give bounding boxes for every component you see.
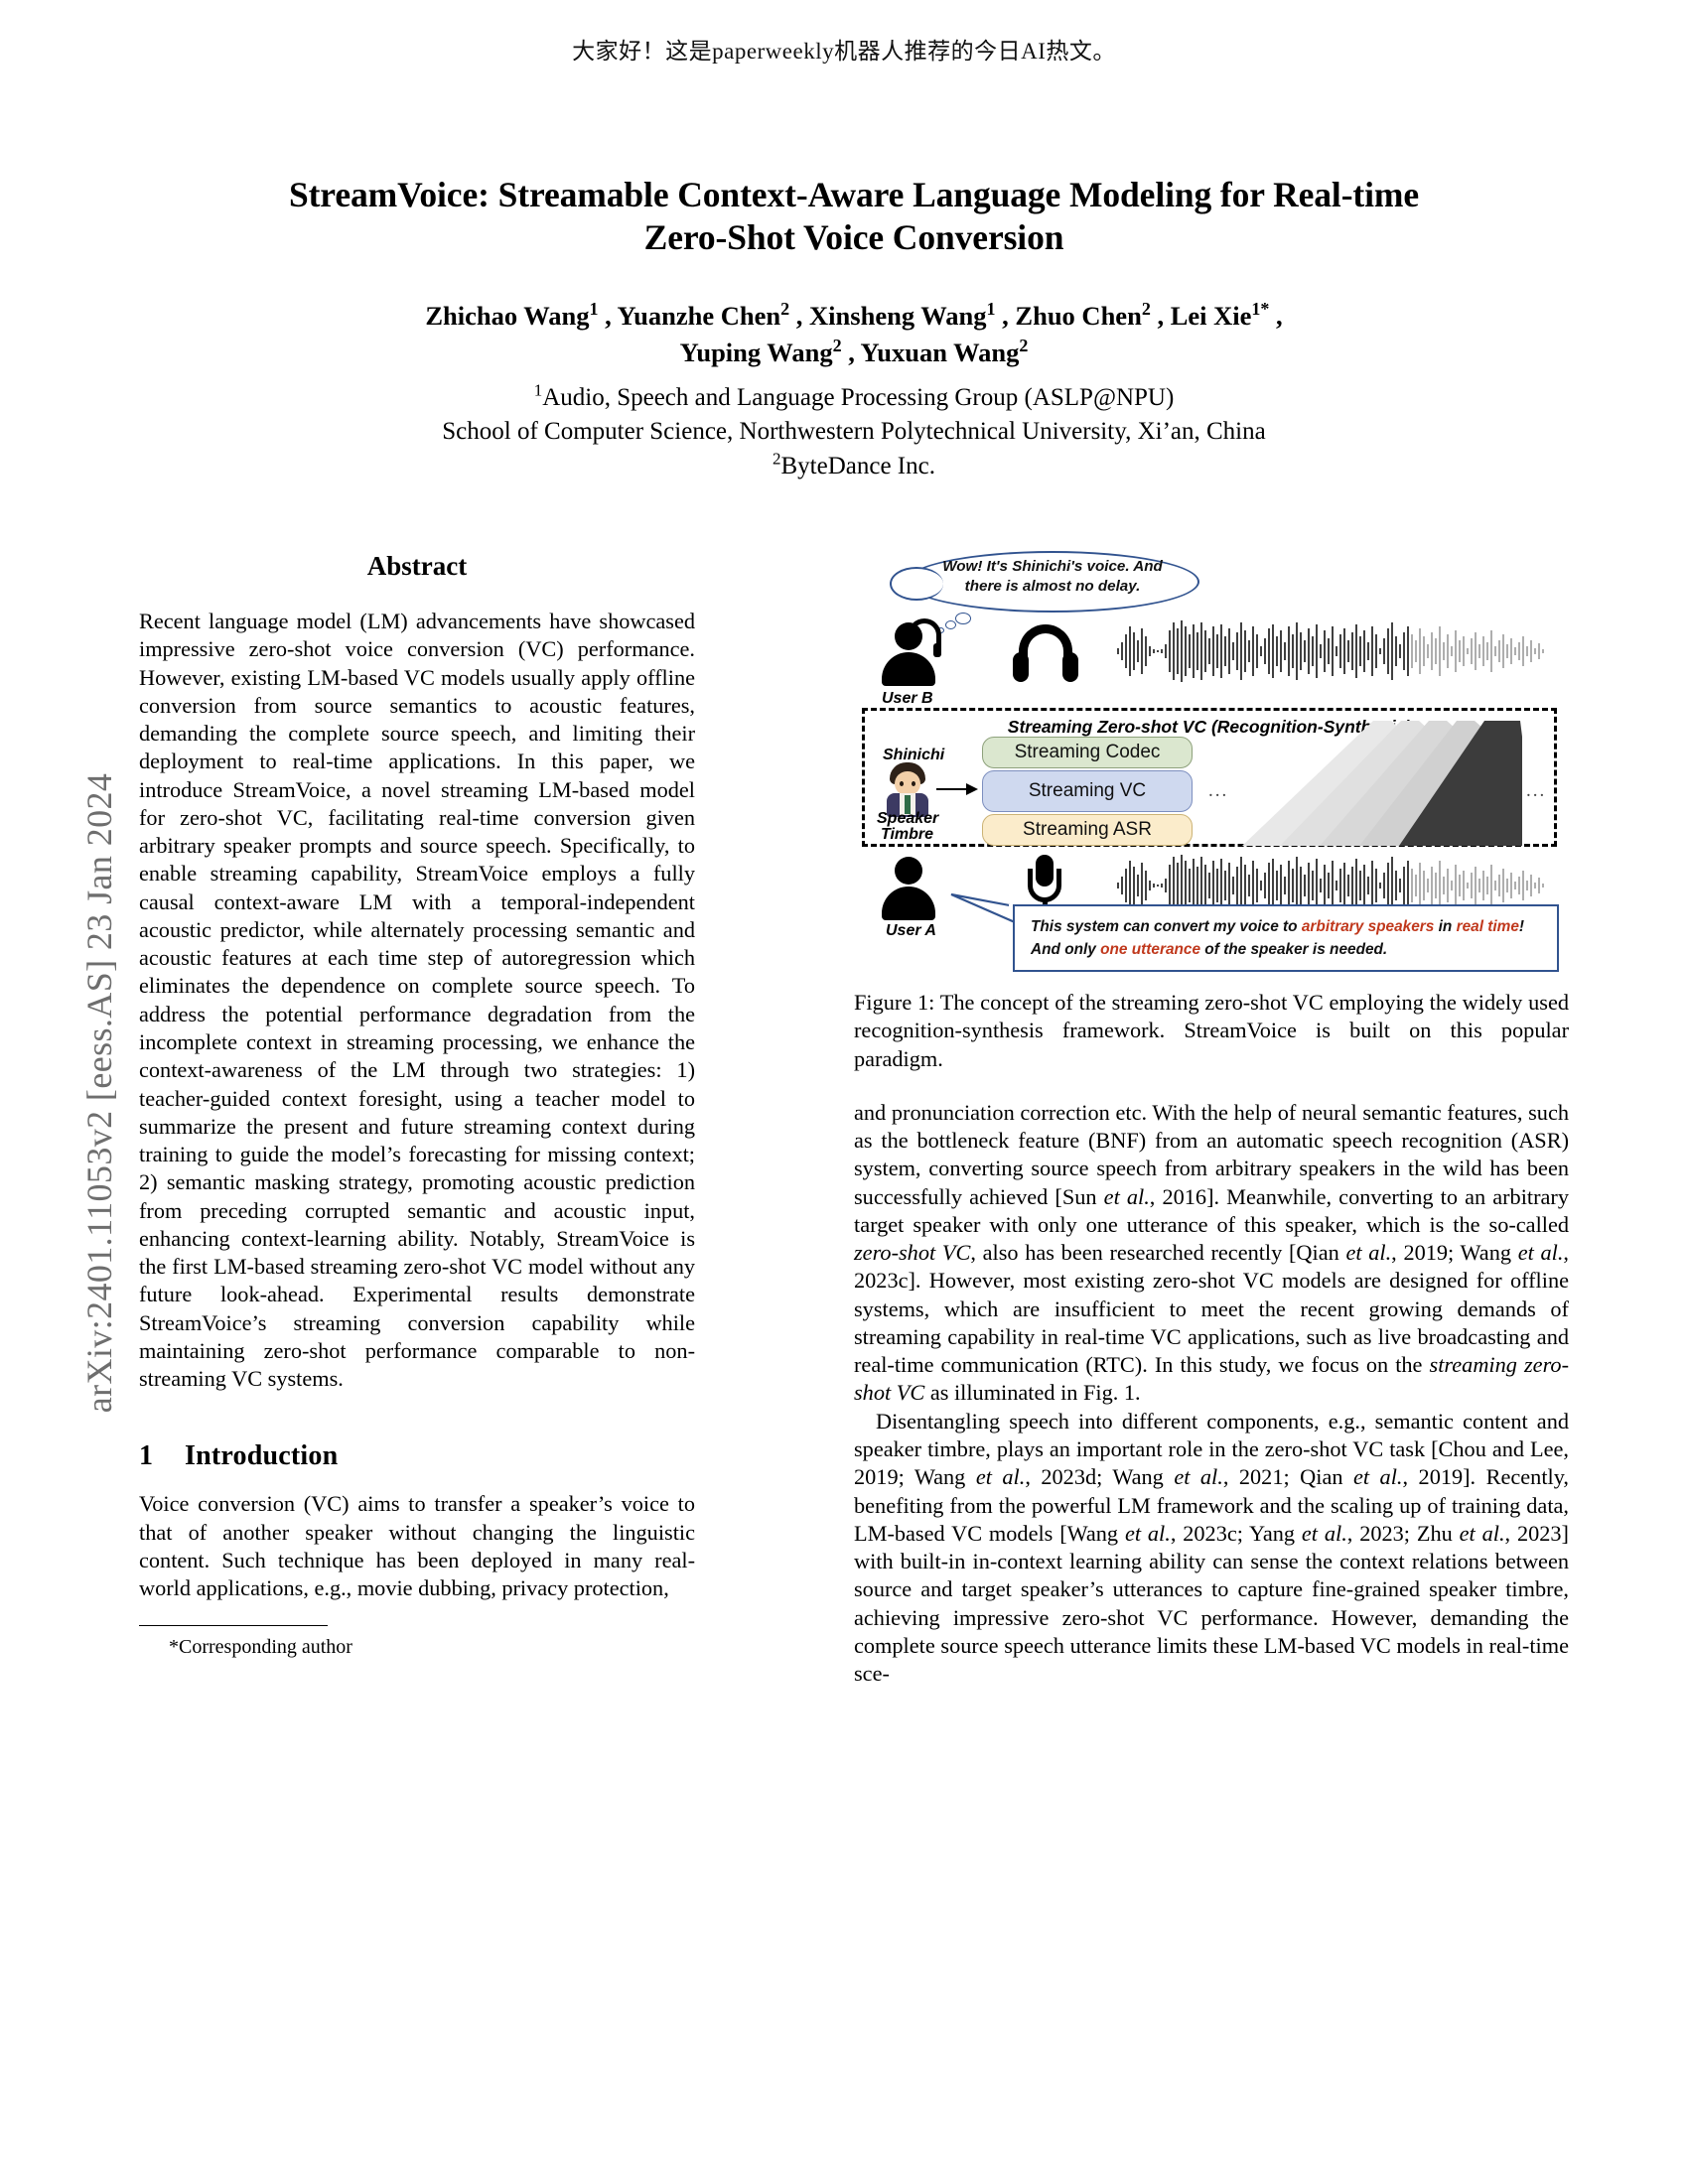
affiliation-line: 1Audio, Speech and Language Processing G…	[139, 381, 1569, 416]
author-affil-marker: 2	[1019, 336, 1029, 356]
speaker-timbre-label-line2: Timbre	[881, 826, 934, 843]
paper-page: StreamVoice: Streamable Context-Aware La…	[139, 0, 1569, 2184]
thought-bubble-dot-medium	[945, 620, 956, 629]
author-entry: Xinsheng Wang1	[809, 298, 996, 331]
title-line-1: StreamVoice: Streamable Context-Aware La…	[288, 175, 1420, 214]
title-line-2: Zero-Shot Voice Conversion	[643, 217, 1064, 258]
author-name: Zhuo Chen	[1015, 300, 1142, 331]
module-streaming-vc[interactable]: Streaming VC	[982, 770, 1193, 812]
affil-text: ByteDance Inc.	[780, 452, 935, 479]
speech-seg: of the speaker is needed.	[1200, 941, 1388, 959]
affiliation-line: 2ByteDance Inc.	[139, 450, 1569, 484]
author-entry: Zhuo Chen2	[1015, 298, 1151, 331]
headphones-left-ear	[1013, 652, 1029, 682]
streaming-staircase-graphic	[1242, 721, 1522, 846]
author-entry: Yuxuan Wang2	[860, 336, 1029, 368]
headphones-right-ear	[1062, 652, 1078, 682]
user-a-head	[895, 857, 922, 885]
ellipsis-right: ...	[1526, 780, 1547, 801]
author-name: Yuxuan Wang	[860, 338, 1020, 368]
avatar-right-eye	[912, 781, 915, 786]
abstract-text: Recent language model (LM) advancements …	[139, 609, 695, 1392]
headset-icon	[908, 618, 941, 657]
section-heading-introduction: 1 Introduction	[139, 1440, 695, 1472]
module-streaming-codec[interactable]: Streaming Codec	[982, 737, 1193, 768]
shinichi-avatar	[885, 762, 930, 817]
timbre-to-vc-arrow	[936, 783, 978, 795]
author-entry: Yuanzhe Chen2	[617, 298, 790, 331]
author-name: Zhichao Wang	[425, 300, 590, 331]
author-affil-marker: 1	[589, 298, 599, 319]
author-affil-marker: 2	[780, 298, 790, 319]
user-b-figure	[882, 618, 941, 686]
affiliation-block: 1Audio, Speech and Language Processing G…	[139, 381, 1569, 484]
footnote-corresponding-author: *Corresponding author	[169, 1635, 352, 1658]
abstract-heading: Abstract	[366, 551, 468, 581]
author-entry: Yuping Wang2	[679, 336, 842, 368]
thought-bubble-dot-large	[955, 613, 971, 624]
author-list: Zhichao Wang1 , Yuanzhe Chen2 , Xinsheng…	[425, 298, 1283, 368]
mic-arc	[1028, 869, 1061, 902]
affil-marker: 1	[533, 380, 543, 400]
speech-seg: in	[1434, 918, 1457, 935]
module-label: Streaming Codec	[1014, 742, 1161, 762]
author-affil-marker: 1*	[1251, 298, 1270, 319]
author-name: Yuanzhe Chen	[617, 300, 781, 331]
module-label: Streaming VC	[1028, 780, 1147, 801]
author-entry: Lei Xie1*	[1170, 298, 1270, 331]
user-a-label: User A	[886, 922, 936, 939]
body-columns: Abstract Recent language model (LM) adva…	[139, 551, 1569, 2184]
right-column-paragraph-2: Disentangling speech into different comp…	[854, 1408, 1569, 1687]
module-label: Streaming ASR	[1023, 819, 1152, 840]
avatar-left-eye	[900, 781, 904, 786]
author-name: Xinsheng Wang	[809, 300, 987, 331]
speech-seg: This system can convert my voice to	[1031, 918, 1302, 935]
module-streaming-asr[interactable]: Streaming ASR	[982, 814, 1193, 846]
thought-bubble-text: Wow! It's Shinichi's voice. And there is…	[942, 558, 1163, 596]
user-b-body	[882, 652, 935, 686]
section-number: 1	[139, 1440, 154, 1472]
section-title: Introduction	[185, 1440, 339, 1472]
affil-marker: 2	[773, 449, 781, 469]
footnote-separator	[139, 1624, 328, 1626]
figure-1-caption: Figure 1: The concept of the streaming z…	[854, 990, 1569, 1071]
author-affil-marker: 2	[832, 336, 842, 356]
right-column-paragraph-1: and pronunciation correction etc. With t…	[854, 1099, 1569, 1406]
headphones-icon	[1013, 624, 1078, 684]
avatar-face	[895, 771, 920, 795]
left-column: Abstract Recent language model (LM) adva…	[139, 551, 695, 2184]
arxiv-stamp: arXiv:2401.11053v2 [eess.AS] 23 Jan 2024	[79, 772, 119, 1414]
affil-text: School of Computer Science, Northwestern…	[442, 418, 1266, 446]
author-name: Yuping Wang	[679, 338, 833, 368]
streaming-vc-dashed-box: Streaming Zero-shot VC (Recognition-Synt…	[862, 708, 1557, 847]
thought-bubble: Wow! It's Shinichi's voice. And there is…	[890, 551, 1199, 613]
waveform-top	[1117, 620, 1544, 682]
speech-seg-highlight: real time	[1456, 918, 1519, 935]
author-name: Lei Xie	[1170, 300, 1252, 331]
author-affil-marker: 2	[1141, 298, 1151, 319]
affil-text: Audio, Speech and Language Processing Gr…	[542, 383, 1175, 411]
speech-seg-highlight: one utterance	[1100, 941, 1201, 959]
figure-1: Wow! It's Shinichi's voice. And there is…	[854, 551, 1569, 973]
introduction-paragraph-1: Voice conversion (VC) aims to transfer a…	[139, 1491, 695, 1601]
right-column: Wow! It's Shinichi's voice. And there is…	[854, 551, 1569, 2184]
author-affil-marker: 1	[986, 298, 996, 319]
speech-seg-highlight: arbitrary speakers	[1301, 918, 1435, 935]
user-a-speech-bubble: This system can convert my voice to arbi…	[1013, 904, 1559, 973]
affiliation-line: School of Computer Science, Northwestern…	[139, 415, 1569, 450]
page-title: StreamVoice: Streamable Context-Aware La…	[139, 174, 1569, 260]
user-a-body	[882, 887, 935, 920]
speech-bubble-tail	[950, 892, 1018, 924]
user-b-label: User B	[882, 690, 933, 707]
user-a-figure	[882, 857, 935, 920]
ellipsis-left: ...	[1208, 780, 1229, 801]
author-entry: Zhichao Wang1	[425, 298, 599, 331]
